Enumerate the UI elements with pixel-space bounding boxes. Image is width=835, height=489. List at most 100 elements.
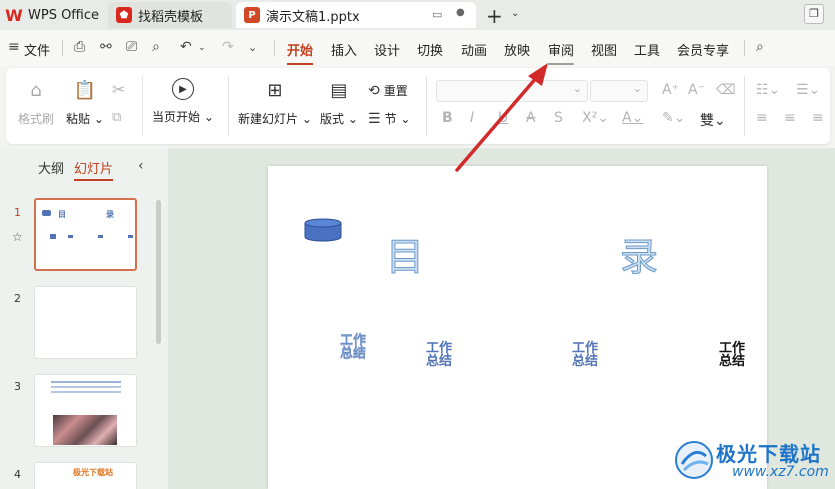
menu-slideshow[interactable]: 放映 (504, 40, 530, 59)
menu-bar: ≡ 文件 ⎙ ⚯ ⎚ ⌕ ↶ ⌄ ↷ ⌄ 开始 插入 设计 切换 动画 放映 审… (0, 30, 835, 66)
star-icon[interactable]: ☆ (12, 230, 23, 244)
monitor-icon[interactable]: ▭ (432, 8, 442, 21)
wps-logo-icon: W (5, 5, 23, 25)
thumb-mark (68, 235, 73, 238)
slide-number: 1 (14, 206, 21, 219)
cylinder-shape[interactable] (304, 218, 342, 242)
undo-icon[interactable]: ↶ (180, 39, 192, 55)
copy-icon[interactable]: ⧉ (112, 110, 121, 125)
play-icon: ▶ (171, 78, 194, 100)
more-chevron-icon[interactable]: ⌄ (248, 41, 257, 54)
reset-label: 重置 (383, 84, 408, 98)
slide-thumbnail-3[interactable] (34, 374, 137, 447)
collapse-panel-icon[interactable]: ‹ (138, 158, 144, 174)
slide-number: 2 (14, 292, 21, 305)
tab-outline[interactable]: 大纲 (38, 158, 64, 177)
italic-icon[interactable]: I (470, 110, 474, 126)
thumb-title: 极光下载站 (73, 468, 113, 477)
menu-member[interactable]: 会员专享 (677, 40, 729, 59)
presentation-logo-icon: P (244, 7, 260, 23)
ribbon-toolbar: ⌂ 格式刷 📋 粘贴 ⌄ ✂ ⧉ ▶ 当页开始 ⌄ ⊞ 新建幻灯片 ⌄ ▤ 版式… (6, 68, 830, 144)
watermark-text: 极光下载站 (716, 442, 821, 466)
align-right-icon[interactable]: ≡ (812, 110, 824, 126)
tab-document[interactable]: P 演示文稿1.pptx ▭ ● (236, 2, 476, 28)
menu-animation[interactable]: 动画 (461, 40, 487, 59)
thumb-mark (50, 234, 56, 239)
increase-font-icon[interactable]: A⁺ (662, 82, 679, 98)
menu-insert[interactable]: 插入 (331, 40, 357, 59)
undo-dropdown-icon[interactable]: ⌄ (198, 43, 206, 53)
thumb-line (51, 381, 121, 383)
tab-wps-office[interactable]: W WPS Office (5, 2, 104, 28)
font-color-icon[interactable]: A⌄ (622, 110, 643, 126)
link-icon[interactable]: ⚯ (100, 39, 112, 55)
dot-indicator-icon: ● (456, 7, 465, 18)
section-button[interactable]: ☰ 节 ⌄ (368, 110, 410, 127)
toc-item-2: 工作总结 (425, 341, 452, 369)
thumb-shape (42, 210, 51, 216)
menu-home[interactable]: 开始 (287, 40, 314, 65)
font-size-select[interactable] (590, 80, 648, 102)
align-center-icon[interactable]: ≡ (784, 110, 796, 126)
thumb-text: 目 (58, 210, 66, 219)
thumb-mark (128, 235, 133, 238)
tab-slides[interactable]: 幻灯片 (74, 158, 114, 181)
menu-design[interactable]: 设计 (374, 40, 400, 59)
divider (228, 76, 229, 136)
search-icon[interactable]: ⌕ (756, 39, 764, 55)
underline-icon[interactable]: U (498, 110, 508, 126)
hamburger-icon[interactable]: ≡ (8, 39, 20, 55)
shadow-icon[interactable]: S (554, 110, 563, 126)
chevron-down-icon[interactable]: ⌄ (511, 8, 519, 19)
highlight-icon[interactable]: ✎⌄ (662, 110, 685, 126)
paste-button[interactable]: 📋 粘贴 ⌄ (66, 78, 104, 127)
divider (274, 40, 275, 56)
strikethrough-icon[interactable]: A (526, 110, 536, 126)
redo-icon[interactable]: ↷ (222, 39, 234, 55)
docer-logo-icon: ⬟ (116, 7, 132, 23)
play-current-button[interactable]: ▶ 当页开始 ⌄ (152, 78, 214, 125)
reset-button[interactable]: ⟲ 重置 (368, 82, 408, 99)
numbered-list-icon[interactable]: ☰⌄ (796, 82, 820, 98)
menu-review[interactable]: 审阅 (548, 40, 575, 65)
bold-icon[interactable]: B (442, 110, 453, 126)
layout-button[interactable]: ▤ 版式 ⌄ (320, 78, 358, 127)
superscript-icon[interactable]: X²⌄ (582, 110, 609, 126)
format-painter-label: 格式刷 (18, 112, 55, 126)
brush-icon: ⌂ (30, 79, 42, 101)
font-family-select[interactable] (436, 80, 588, 102)
clipboard-icon: 📋 (73, 79, 97, 101)
slides-panel: 大纲 幻灯片 ‹ 1 ☆ 目 录 2 3 4 极光下载站 (0, 148, 168, 489)
panel-scrollbar[interactable] (156, 200, 161, 344)
layout-icon: ▤ (330, 79, 348, 101)
new-slide-label: 新建幻灯片 ⌄ (238, 112, 312, 126)
toc-item-4: 工作总结 (718, 341, 745, 369)
new-tab-plus-icon[interactable]: + (486, 4, 503, 28)
bullet-list-icon[interactable]: ☷⌄ (756, 82, 780, 98)
slide-thumbnail-4[interactable]: 极光下载站 (34, 462, 137, 489)
menu-view[interactable]: 视图 (591, 40, 617, 59)
slide-thumbnail-1[interactable]: 目 录 (34, 198, 137, 271)
save-icon[interactable]: ⎙ (74, 39, 85, 55)
thumb-line (51, 391, 121, 393)
menu-file[interactable]: 文件 (24, 40, 50, 59)
new-slide-button[interactable]: ⊞ 新建幻灯片 ⌄ (238, 78, 312, 127)
align-left-icon[interactable]: ≡ (756, 110, 768, 126)
tab-template[interactable]: ⬟ 找稻壳模板 (108, 2, 232, 28)
restore-window-icon[interactable]: ❐ (804, 4, 824, 24)
layout-label: 版式 ⌄ (320, 112, 358, 126)
toc-item-3: 工作总结 (571, 341, 598, 369)
slide-number: 3 (14, 380, 21, 393)
print-preview-icon[interactable]: ⌕ (152, 39, 160, 55)
slide-thumbnail-2[interactable] (34, 286, 137, 359)
character-spacing-icon[interactable]: 雙⌄ (700, 110, 726, 130)
title-char-mu: 目 (385, 235, 425, 280)
menu-transition[interactable]: 切换 (417, 40, 443, 59)
menu-tools[interactable]: 工具 (634, 40, 660, 59)
format-painter-button[interactable]: ⌂ 格式刷 (18, 78, 54, 127)
decrease-font-icon[interactable]: A⁻ (688, 82, 705, 98)
cut-icon[interactable]: ✂ (112, 80, 125, 99)
play-current-label: 当页开始 ⌄ (152, 110, 214, 124)
print-icon[interactable]: ⎚ (126, 39, 137, 55)
clear-format-icon[interactable]: ⌫ (716, 82, 736, 98)
